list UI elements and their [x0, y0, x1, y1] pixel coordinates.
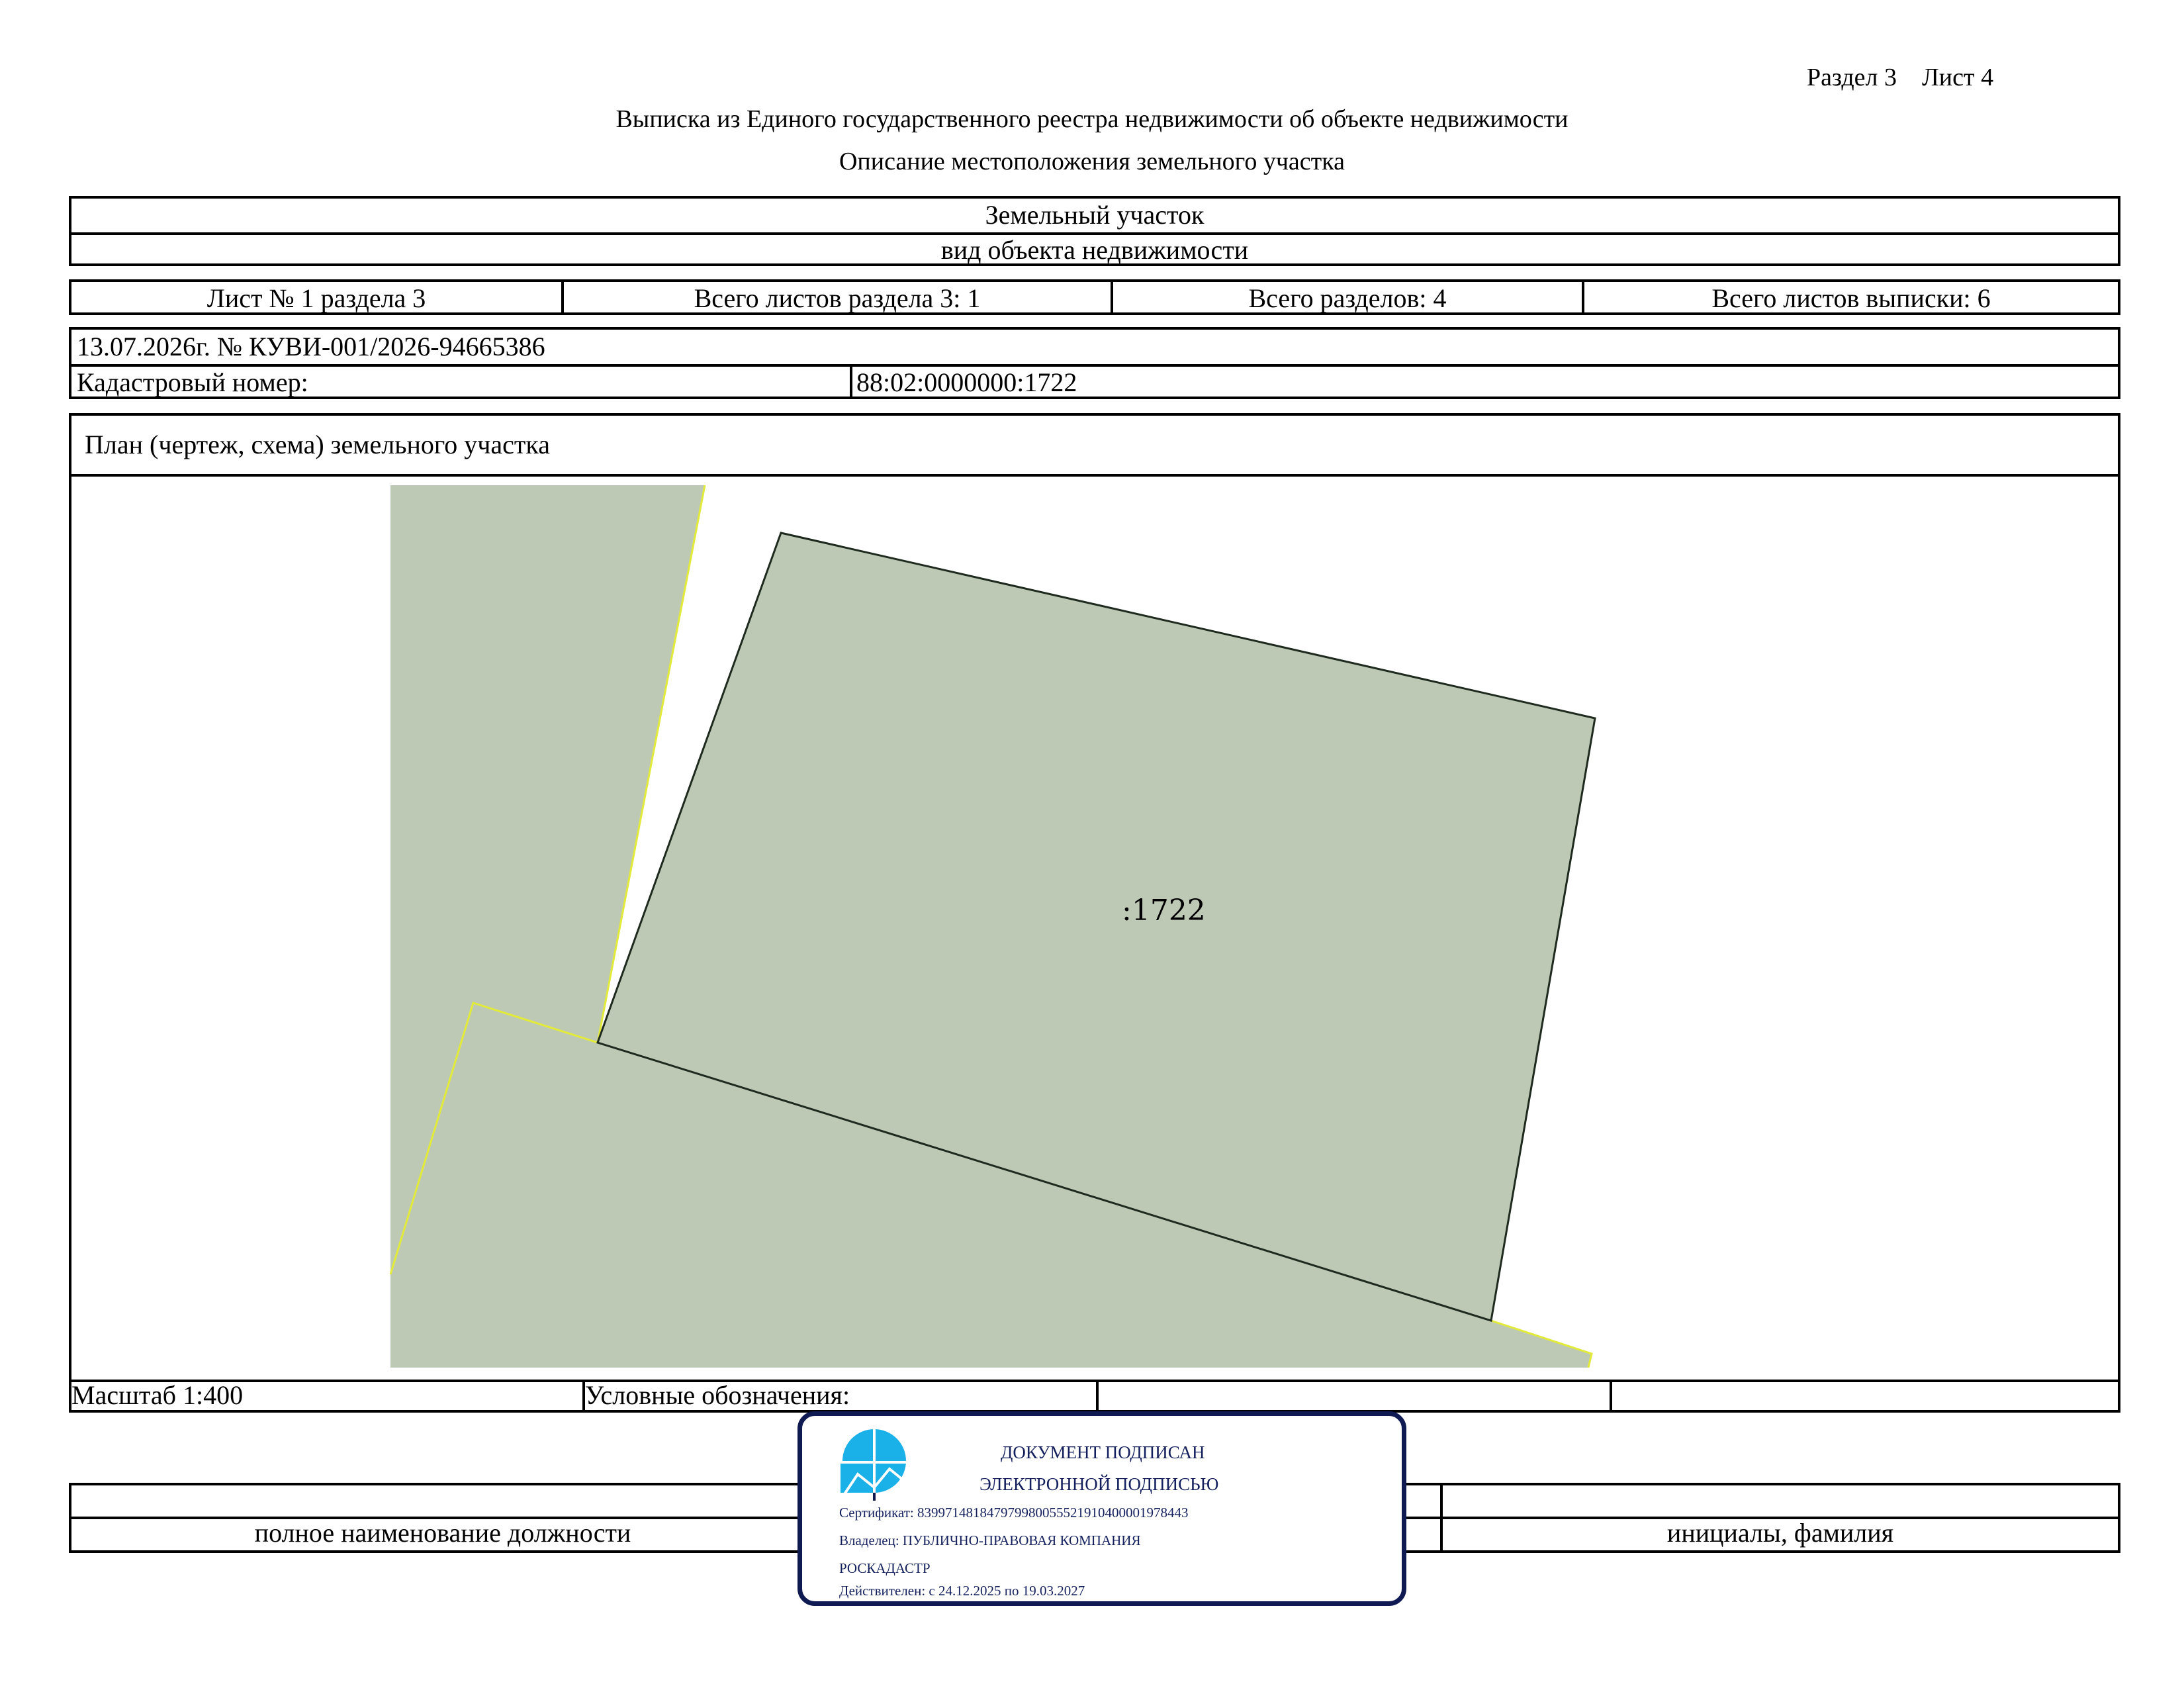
- legend-table: Масштаб 1:400 Условные обозначения:: [69, 1380, 2120, 1413]
- legend-cell-empty: [1096, 1382, 1610, 1410]
- parcel-label: :1722: [1122, 894, 1206, 927]
- stamp-line-1: ДОКУМЕНТ ПОДПИСАН: [1001, 1442, 1205, 1462]
- legend-cell-empty-2: [1610, 1382, 2118, 1410]
- scale-label: Масштаб 1:400: [71, 1380, 244, 1410]
- stamp-owner-2: РОСКАДАСТР: [839, 1560, 931, 1576]
- name-caption: инициалы, фамилия: [1666, 1518, 1894, 1548]
- stamp-owner: Владелец: ПУБЛИЧНО-ПРАВОВАЯ КОМПАНИЯ: [839, 1532, 1141, 1548]
- stamp-certificate: Сертификат: 8399714818479799800555219104…: [839, 1505, 1189, 1521]
- stamp-line-2: ЭЛЕКТРОННОЙ ПОДПИСЬЮ: [979, 1474, 1219, 1494]
- position-caption: полное наименование должности: [254, 1518, 631, 1548]
- stamp-validity: Действителен: с 24.12.2025 по 19.03.2027: [839, 1583, 1085, 1599]
- roskadastr-logo-icon: [839, 1429, 907, 1501]
- legend-label: Условные обозначения:: [582, 1382, 1096, 1410]
- electronic-signature-stamp: ДОКУМЕНТ ПОДПИСАН ЭЛЕКТРОННОЙ ПОДПИСЬЮ С…: [797, 1411, 1406, 1606]
